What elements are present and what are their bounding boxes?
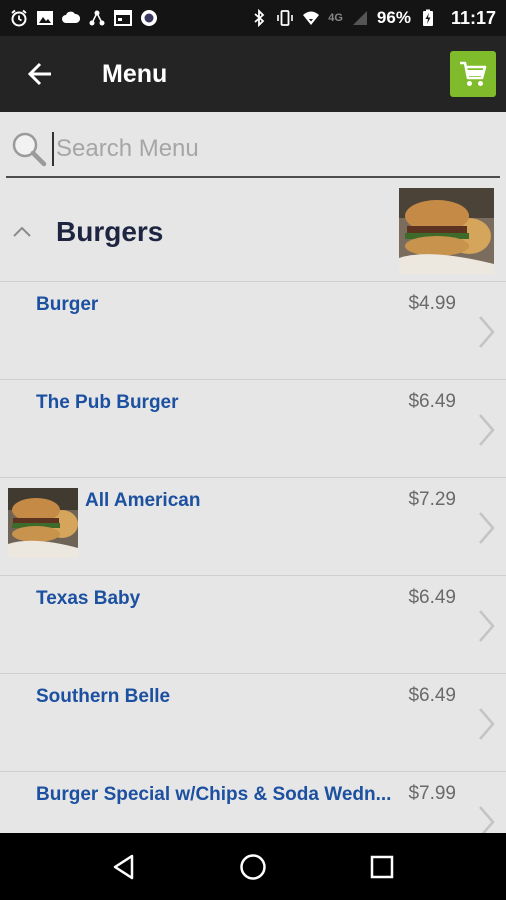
menu-item[interactable]: Southern Belle $6.49 [0,674,506,772]
item-name: The Pub Burger [36,392,179,413]
nav-back-button[interactable] [104,847,144,887]
share-icon [89,10,105,26]
item-name: Southern Belle [36,686,171,707]
back-button[interactable] [10,36,70,112]
network-type: 4G [328,12,343,24]
bluetooth-icon [254,9,265,27]
signal-icon [352,11,367,25]
menu-item[interactable]: Texas Baby $6.49 [0,576,506,674]
chevron-right-icon [479,512,495,544]
search-bar [6,122,500,178]
alarm-icon [11,9,27,27]
item-price: $7.29 [408,489,456,510]
chevron-up-icon [13,226,31,237]
clock: 11:17 [450,7,496,28]
chevron-right-icon [479,610,495,642]
menu-item-list: Burger $4.99 The Pub Burger $6.49 All Am… [0,282,506,870]
item-name: Burger Special w/Chips & Soda Wedn... [36,784,392,805]
cloud-icon [62,11,80,23]
system-nav-bar [0,833,506,900]
triangle-back-icon [114,854,134,879]
nav-home-button[interactable] [233,847,273,887]
circle-app-icon [141,10,157,26]
category-thumbnail [399,188,494,274]
vibrate-icon [277,10,294,26]
shopping-cart-icon [460,61,487,86]
wifi-icon [303,11,320,25]
item-price: $6.49 [408,587,456,608]
menu-item[interactable]: Burger $4.99 [0,282,506,380]
item-price: $4.99 [408,293,456,314]
menu-item[interactable]: All American $7.29 [0,478,506,576]
category-title: Burgers [56,215,164,247]
chevron-right-icon [479,414,495,446]
item-name: All American [85,490,201,511]
menu-item[interactable]: The Pub Burger $6.49 [0,380,506,478]
status-system: 4G 96% 11:17 [250,8,496,29]
arrow-left-icon [27,62,51,86]
item-name: Burger [36,294,99,315]
item-price: $7.99 [408,783,456,804]
app-bar: Menu [0,36,506,112]
status-notifications [10,9,158,27]
image-icon [37,11,53,25]
page-title: Menu [102,59,168,88]
battery-percent: 96% [376,8,411,27]
search-input[interactable] [52,132,472,166]
chevron-right-icon [479,316,495,348]
cart-button[interactable] [450,51,496,97]
nav-recents-button[interactable] [362,847,402,887]
item-thumbnail [8,488,78,558]
circle-home-icon [240,853,266,880]
item-price: $6.49 [408,391,456,412]
square-recents-icon [370,855,393,878]
battery-charging-icon [422,9,433,26]
item-price: $6.49 [408,685,456,706]
chevron-right-icon [479,708,495,740]
calendar-icon [114,10,132,26]
search-icon [12,132,47,167]
status-bar: 4G 96% 11:17 [0,0,506,36]
category-header-burgers[interactable]: Burgers [0,182,506,282]
item-name: Texas Baby [36,588,141,609]
